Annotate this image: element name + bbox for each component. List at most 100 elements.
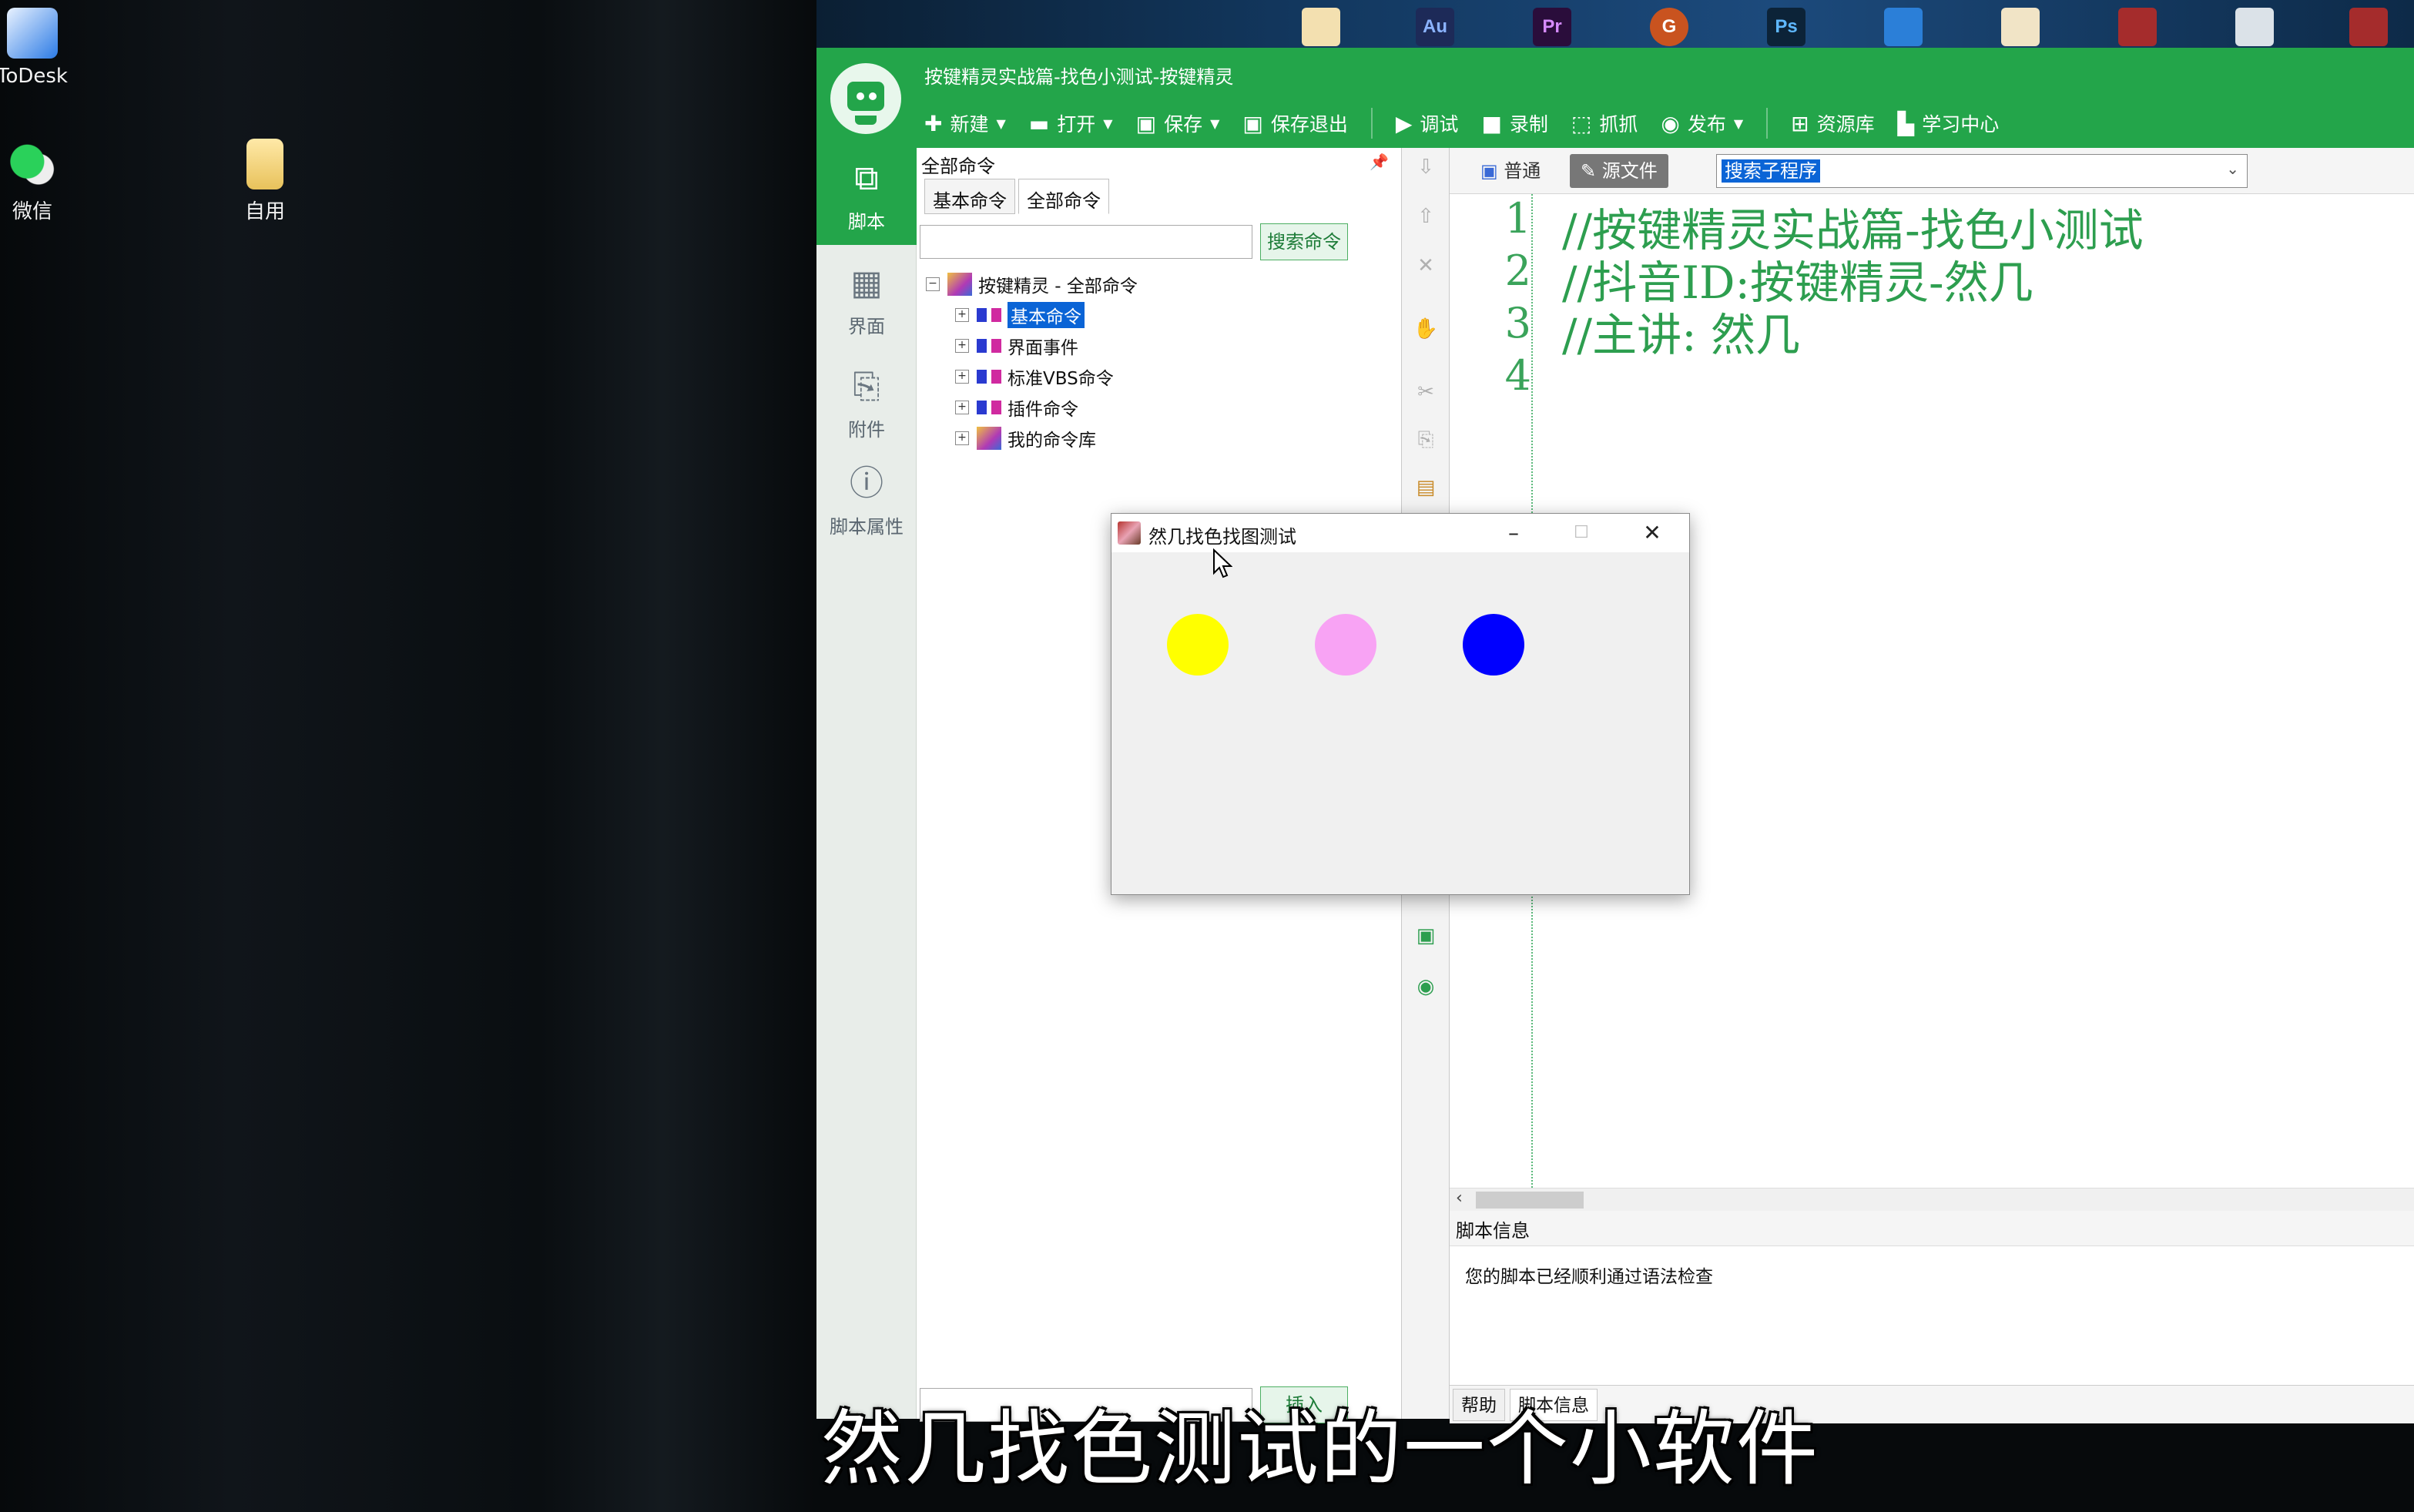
window-tool-icon[interactable]: ▣: [1413, 923, 1439, 949]
toolbar-divider: [1370, 108, 1373, 139]
nav-attachment[interactable]: ⎘ 附件: [816, 356, 917, 448]
nav-label: 附件: [848, 419, 885, 441]
open-button[interactable]: ▬ 打开 ▼: [1029, 109, 1113, 137]
tree-item-ui-events[interactable]: + 界面事件: [955, 333, 1078, 359]
library-label: 资源库: [1816, 113, 1875, 136]
folder-icon: [246, 139, 283, 189]
arrow-app-icon[interactable]: [1884, 8, 1923, 46]
tree-node-icon: [977, 339, 1001, 353]
chevron-down-icon: ⌄: [2226, 159, 2239, 178]
horizontal-scrollbar[interactable]: ‹: [1450, 1188, 2414, 1211]
library-button[interactable]: ⊞ 资源库: [1791, 109, 1874, 137]
capture-button[interactable]: ⬚ 抓抓: [1571, 109, 1638, 137]
publish-button[interactable]: ◉ 发布 ▼: [1661, 109, 1743, 137]
nav-script-properties[interactable]: ⓘ 脚本属性: [816, 453, 917, 545]
search-command-button[interactable]: 搜索命令: [1260, 223, 1348, 260]
debug-button[interactable]: ▶ 调试: [1396, 109, 1459, 137]
chevron-down-icon[interactable]: ▼: [1210, 116, 1219, 131]
main-toolbar: ✚ 新建 ▼ ▬ 打开 ▼ ▣ 保存 ▼ ▣ 保存退出 ▶ 调试 ■ 录制 ⬚ 抓抓 ◉ 发布 ▼ ⊞ 资…: [924, 106, 2022, 140]
wallpaper-strip: [816, 0, 2414, 51]
mode-normal-button[interactable]: ▣ 普通: [1480, 156, 1541, 186]
move-down-icon[interactable]: ⇩: [1413, 154, 1439, 180]
eye-icon[interactable]: ◉: [1413, 974, 1439, 1000]
new-button[interactable]: ✚ 新建 ▼: [924, 109, 1006, 137]
maximize-button[interactable]: ☐: [1558, 518, 1604, 548]
nav-script[interactable]: ⧉ 脚本: [816, 148, 917, 245]
popup-title: 然几找色找图测试: [1148, 526, 1296, 548]
subroutine-select[interactable]: 搜索子程序 ⌄: [1716, 154, 2248, 188]
wechat-icon: [7, 139, 58, 189]
save-exit-button[interactable]: ▣ 保存退出: [1242, 109, 1347, 137]
app-icon: [1118, 521, 1141, 545]
title-bar: 按键精灵实战篇-找色小测试-按键精灵 ✚ 新建 ▼ ▬ 打开 ▼ ▣ 保存 ▼ ▣ 保存退出 …: [816, 48, 2414, 148]
tree-item-basic[interactable]: + 基本命令: [955, 302, 1085, 328]
nav-label: 界面: [848, 316, 885, 337]
normal-view-icon: ▣: [1480, 160, 1504, 182]
nav-ui[interactable]: ▦ 界面: [816, 253, 917, 345]
package-icon: [947, 273, 972, 296]
record-button[interactable]: ■ 录制: [1481, 109, 1547, 137]
mouse-cursor-icon: [1213, 548, 1232, 578]
file-icon[interactable]: [1302, 8, 1340, 46]
line-number: 4: [1504, 351, 1531, 400]
grid-icon: ▦: [850, 263, 883, 303]
cut-icon[interactable]: ✂: [1413, 379, 1439, 405]
paste-icon[interactable]: ▤: [1413, 474, 1439, 501]
tab-all-commands[interactable]: 全部命令: [1018, 179, 1109, 214]
desktop-icon-wechat[interactable]: 微信: [0, 139, 79, 224]
close-button[interactable]: ✕: [1629, 518, 1675, 548]
code-line[interactable]: //主讲: 然几: [1562, 299, 1800, 364]
expand-icon[interactable]: +: [955, 370, 969, 384]
delete-icon[interactable]: ✕: [1413, 253, 1439, 279]
desktop-icon-todesk[interactable]: ToDesk: [0, 8, 79, 88]
robot-logo-icon: [830, 63, 901, 134]
pin-icon[interactable]: 📌: [1370, 153, 1389, 171]
collapse-icon[interactable]: −: [926, 277, 940, 291]
g-app-icon[interactable]: G: [1650, 8, 1688, 46]
publish-icon: ◉: [1661, 110, 1680, 136]
expand-icon[interactable]: +: [955, 339, 969, 353]
hand-icon[interactable]: ✋: [1413, 316, 1439, 342]
chevron-down-icon[interactable]: ▼: [996, 116, 1005, 131]
expand-icon[interactable]: +: [955, 308, 969, 322]
mode-source-button[interactable]: ✎ 源文件: [1570, 154, 1668, 188]
document-icon[interactable]: [2001, 8, 2040, 46]
tree-item-vbs[interactable]: + 标准VBS命令: [955, 364, 1114, 390]
save-button[interactable]: ▣ 保存 ▼: [1136, 109, 1220, 137]
tree-item-label: 标准VBS命令: [1008, 369, 1114, 389]
scrollbar-thumb[interactable]: [1476, 1192, 1584, 1209]
package-icon: [977, 427, 1001, 450]
tree-item-label: 我的命令库: [1008, 431, 1096, 451]
chevron-down-icon[interactable]: ▼: [1103, 116, 1112, 131]
script-icon: ⧉: [854, 159, 879, 198]
tab-basic-commands[interactable]: 基本命令: [924, 179, 1015, 214]
photoshop-icon[interactable]: Ps: [1767, 8, 1805, 46]
capture-icon: ⬚: [1571, 110, 1592, 136]
save-exit-label: 保存退出: [1270, 113, 1348, 136]
archive-icon[interactable]: [2118, 8, 2157, 46]
premiere-icon[interactable]: Pr: [1533, 8, 1571, 46]
learn-center-button[interactable]: ▙ 学习中心: [1898, 109, 2000, 137]
window-title: 按键精灵实战篇-找色小测试-按键精灵: [924, 66, 1234, 88]
tree-root[interactable]: − 按键精灵 - 全部命令: [926, 271, 1138, 297]
tool-icon[interactable]: [2235, 8, 2274, 46]
copy-icon[interactable]: ⎘: [1413, 427, 1439, 453]
minimize-button[interactable]: –: [1490, 518, 1537, 548]
scroll-left-icon[interactable]: ‹: [1456, 1188, 1463, 1208]
save-exit-icon: ▣: [1242, 110, 1263, 136]
archive-icon-2[interactable]: [2349, 8, 2388, 46]
tree-item-plugin[interactable]: + 插件命令: [955, 394, 1078, 421]
popup-title-bar[interactable]: 然几找色找图测试 – ☐ ✕: [1111, 514, 1689, 552]
command-search-input[interactable]: [920, 225, 1252, 259]
desktop-icon-folder[interactable]: 自用: [219, 139, 311, 224]
desktop-icon-label: 微信: [12, 200, 52, 223]
expand-icon[interactable]: +: [955, 401, 969, 414]
video-subtitle: 然几找色测试的一个小软件: [821, 1402, 1819, 1497]
info-icon: ⓘ: [850, 464, 883, 503]
move-up-icon[interactable]: ⇧: [1413, 203, 1439, 230]
audition-icon[interactable]: Au: [1416, 8, 1454, 46]
expand-icon[interactable]: +: [955, 431, 969, 445]
tree-item-label: 基本命令: [1008, 302, 1085, 328]
chevron-down-icon[interactable]: ▼: [1734, 116, 1743, 131]
tree-item-my-library[interactable]: + 我的命令库: [955, 425, 1096, 451]
